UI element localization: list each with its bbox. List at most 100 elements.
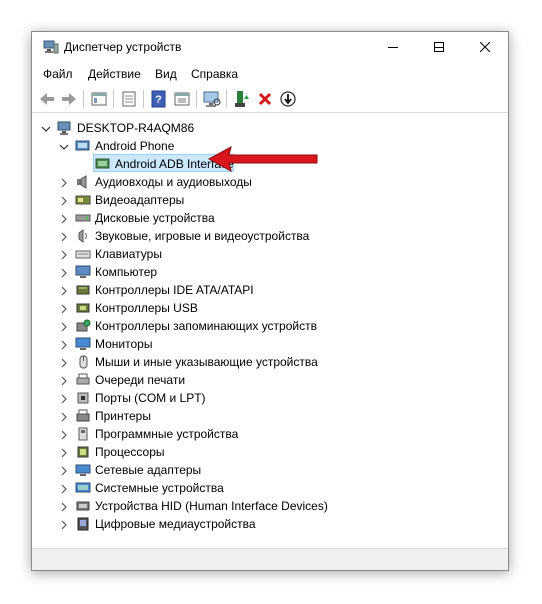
tree-category[interactable]: Устройства HID (Human Interface Devices) [32,497,502,515]
mouse-icon [75,354,91,370]
usb-controller-icon [75,300,91,316]
chevron-down-icon[interactable] [41,123,51,133]
category-label: Принтеры [95,409,151,423]
disable-icon[interactable] [278,89,298,109]
chevron-right-icon[interactable] [59,231,69,242]
chevron-down-icon[interactable] [59,141,69,151]
chevron-right-icon[interactable] [59,285,69,296]
computer-name: DESKTOP-R4AQM86 [77,121,195,135]
toolbar-separator [113,90,114,108]
chevron-right-icon[interactable] [59,519,69,530]
tree-category[interactable]: Контроллеры IDE ATA/ATAPI [32,281,502,299]
category-label: Видеоадаптеры [95,193,185,207]
chevron-right-icon[interactable] [59,411,69,422]
menu-file[interactable]: Файл [43,67,73,81]
print-queue-icon [75,372,91,388]
disk-drive-icon [75,210,91,226]
printer-icon [75,408,91,424]
tree-category[interactable]: Контроллеры USB [32,299,502,317]
menu-action[interactable]: Действие [88,67,141,81]
back-icon[interactable] [37,89,57,109]
ide-controller-icon [75,282,91,298]
display-adapter-icon [75,192,91,208]
tree-category[interactable]: Клавиатуры [32,245,502,263]
uninstall-icon[interactable] [255,89,275,109]
chevron-right-icon[interactable] [59,177,69,188]
minimize-button-area[interactable] [370,32,416,62]
category-label: Устройства HID (Human Interface Devices) [95,499,328,513]
category-label: Мыши и иные указывающие устройства [95,355,318,369]
category-label: Процессоры [95,445,165,459]
tree-category[interactable]: Дисковые устройства [32,209,502,227]
tree-category[interactable]: Мониторы [32,335,502,353]
chevron-right-icon[interactable] [59,339,69,350]
chevron-right-icon[interactable] [59,249,69,260]
toolbar-separator [143,90,144,108]
tree-category[interactable]: Программные устройства [32,425,502,443]
tree-category[interactable]: Системные устройства [32,479,502,497]
network-adapter-icon [75,462,91,478]
window-title: Диспетчер устройств [64,40,182,54]
scan-hardware-icon[interactable] [202,89,222,109]
tree-root[interactable]: DESKTOP-R4AQM86 [32,119,502,137]
category-label: Цифровые медиаустройства [95,517,256,531]
category-label: Дисковые устройства [95,211,215,225]
menu-bar: Файл Действие Вид Справка [32,65,508,85]
tree-category[interactable]: Процессоры [32,443,502,461]
category-label: Android Phone [95,139,175,153]
category-label: Компьютер [95,265,158,279]
chevron-right-icon[interactable] [59,429,69,440]
processor-icon [75,444,91,460]
toolbar-separator [196,90,197,108]
chevron-right-icon[interactable] [59,375,69,386]
annotation-arrow-icon [207,146,318,172]
category-label: Контроллеры запоминающих устройств [95,319,317,333]
device-manager-icon [43,40,59,54]
forward-icon[interactable] [59,89,79,109]
chevron-right-icon[interactable] [59,483,69,494]
keyboard-icon [75,246,91,262]
close-button[interactable] [462,32,508,62]
chevron-right-icon[interactable] [59,321,69,332]
maximize-button[interactable] [416,32,462,62]
properties-icon[interactable] [89,89,109,109]
chevron-right-icon[interactable] [59,357,69,368]
category-label: Порты (COM и LPT) [95,391,206,405]
android-phone-icon [75,138,91,154]
category-label: Очереди печати [95,373,186,387]
storage-controller-icon [75,318,91,334]
system-device-icon [75,480,91,496]
chevron-right-icon[interactable] [59,267,69,278]
software-device-icon [75,426,91,442]
tree-category[interactable]: Цифровые медиаустройства [32,515,502,533]
menu-help[interactable]: Справка [191,67,238,81]
category-label: Программные устройства [95,427,239,441]
update-view-icon[interactable] [119,89,139,109]
tree-category[interactable]: Контроллеры запоминающих устройств [32,317,502,335]
help-icon[interactable]: ? [149,89,169,109]
update-driver-icon[interactable] [232,89,252,109]
tree-category[interactable]: Очереди печати [32,371,502,389]
tree-category[interactable]: Порты (COM и LPT) [32,389,502,407]
tree-category[interactable]: Сетевые адаптеры [32,461,502,479]
chevron-right-icon[interactable] [59,195,69,206]
category-label: Системные устройства [95,481,224,495]
toolbar-separator [83,90,84,108]
device-manager-window: Диспетчер устройств Файл Действие Вид Сп… [31,31,509,571]
speaker-icon [75,174,91,190]
computer-icon [75,264,91,280]
tree-category[interactable]: Мыши и иные указывающие устройства [32,353,502,371]
chevron-right-icon[interactable] [59,213,69,224]
show-hidden-icon[interactable] [172,89,192,109]
chevron-right-icon[interactable] [59,501,69,512]
chevron-right-icon[interactable] [59,465,69,476]
tree-category[interactable]: Компьютер [32,263,502,281]
menu-view[interactable]: Вид [155,67,177,81]
chevron-right-icon[interactable] [59,303,69,314]
tree-category[interactable]: Звуковые, игровые и видеоустройства [32,227,502,245]
chevron-right-icon[interactable] [59,447,69,458]
tree-category[interactable]: Видеоадаптеры [32,191,502,209]
chevron-right-icon[interactable] [59,393,69,404]
tree-category[interactable]: Принтеры [32,407,502,425]
category-label: Клавиатуры [95,247,162,261]
